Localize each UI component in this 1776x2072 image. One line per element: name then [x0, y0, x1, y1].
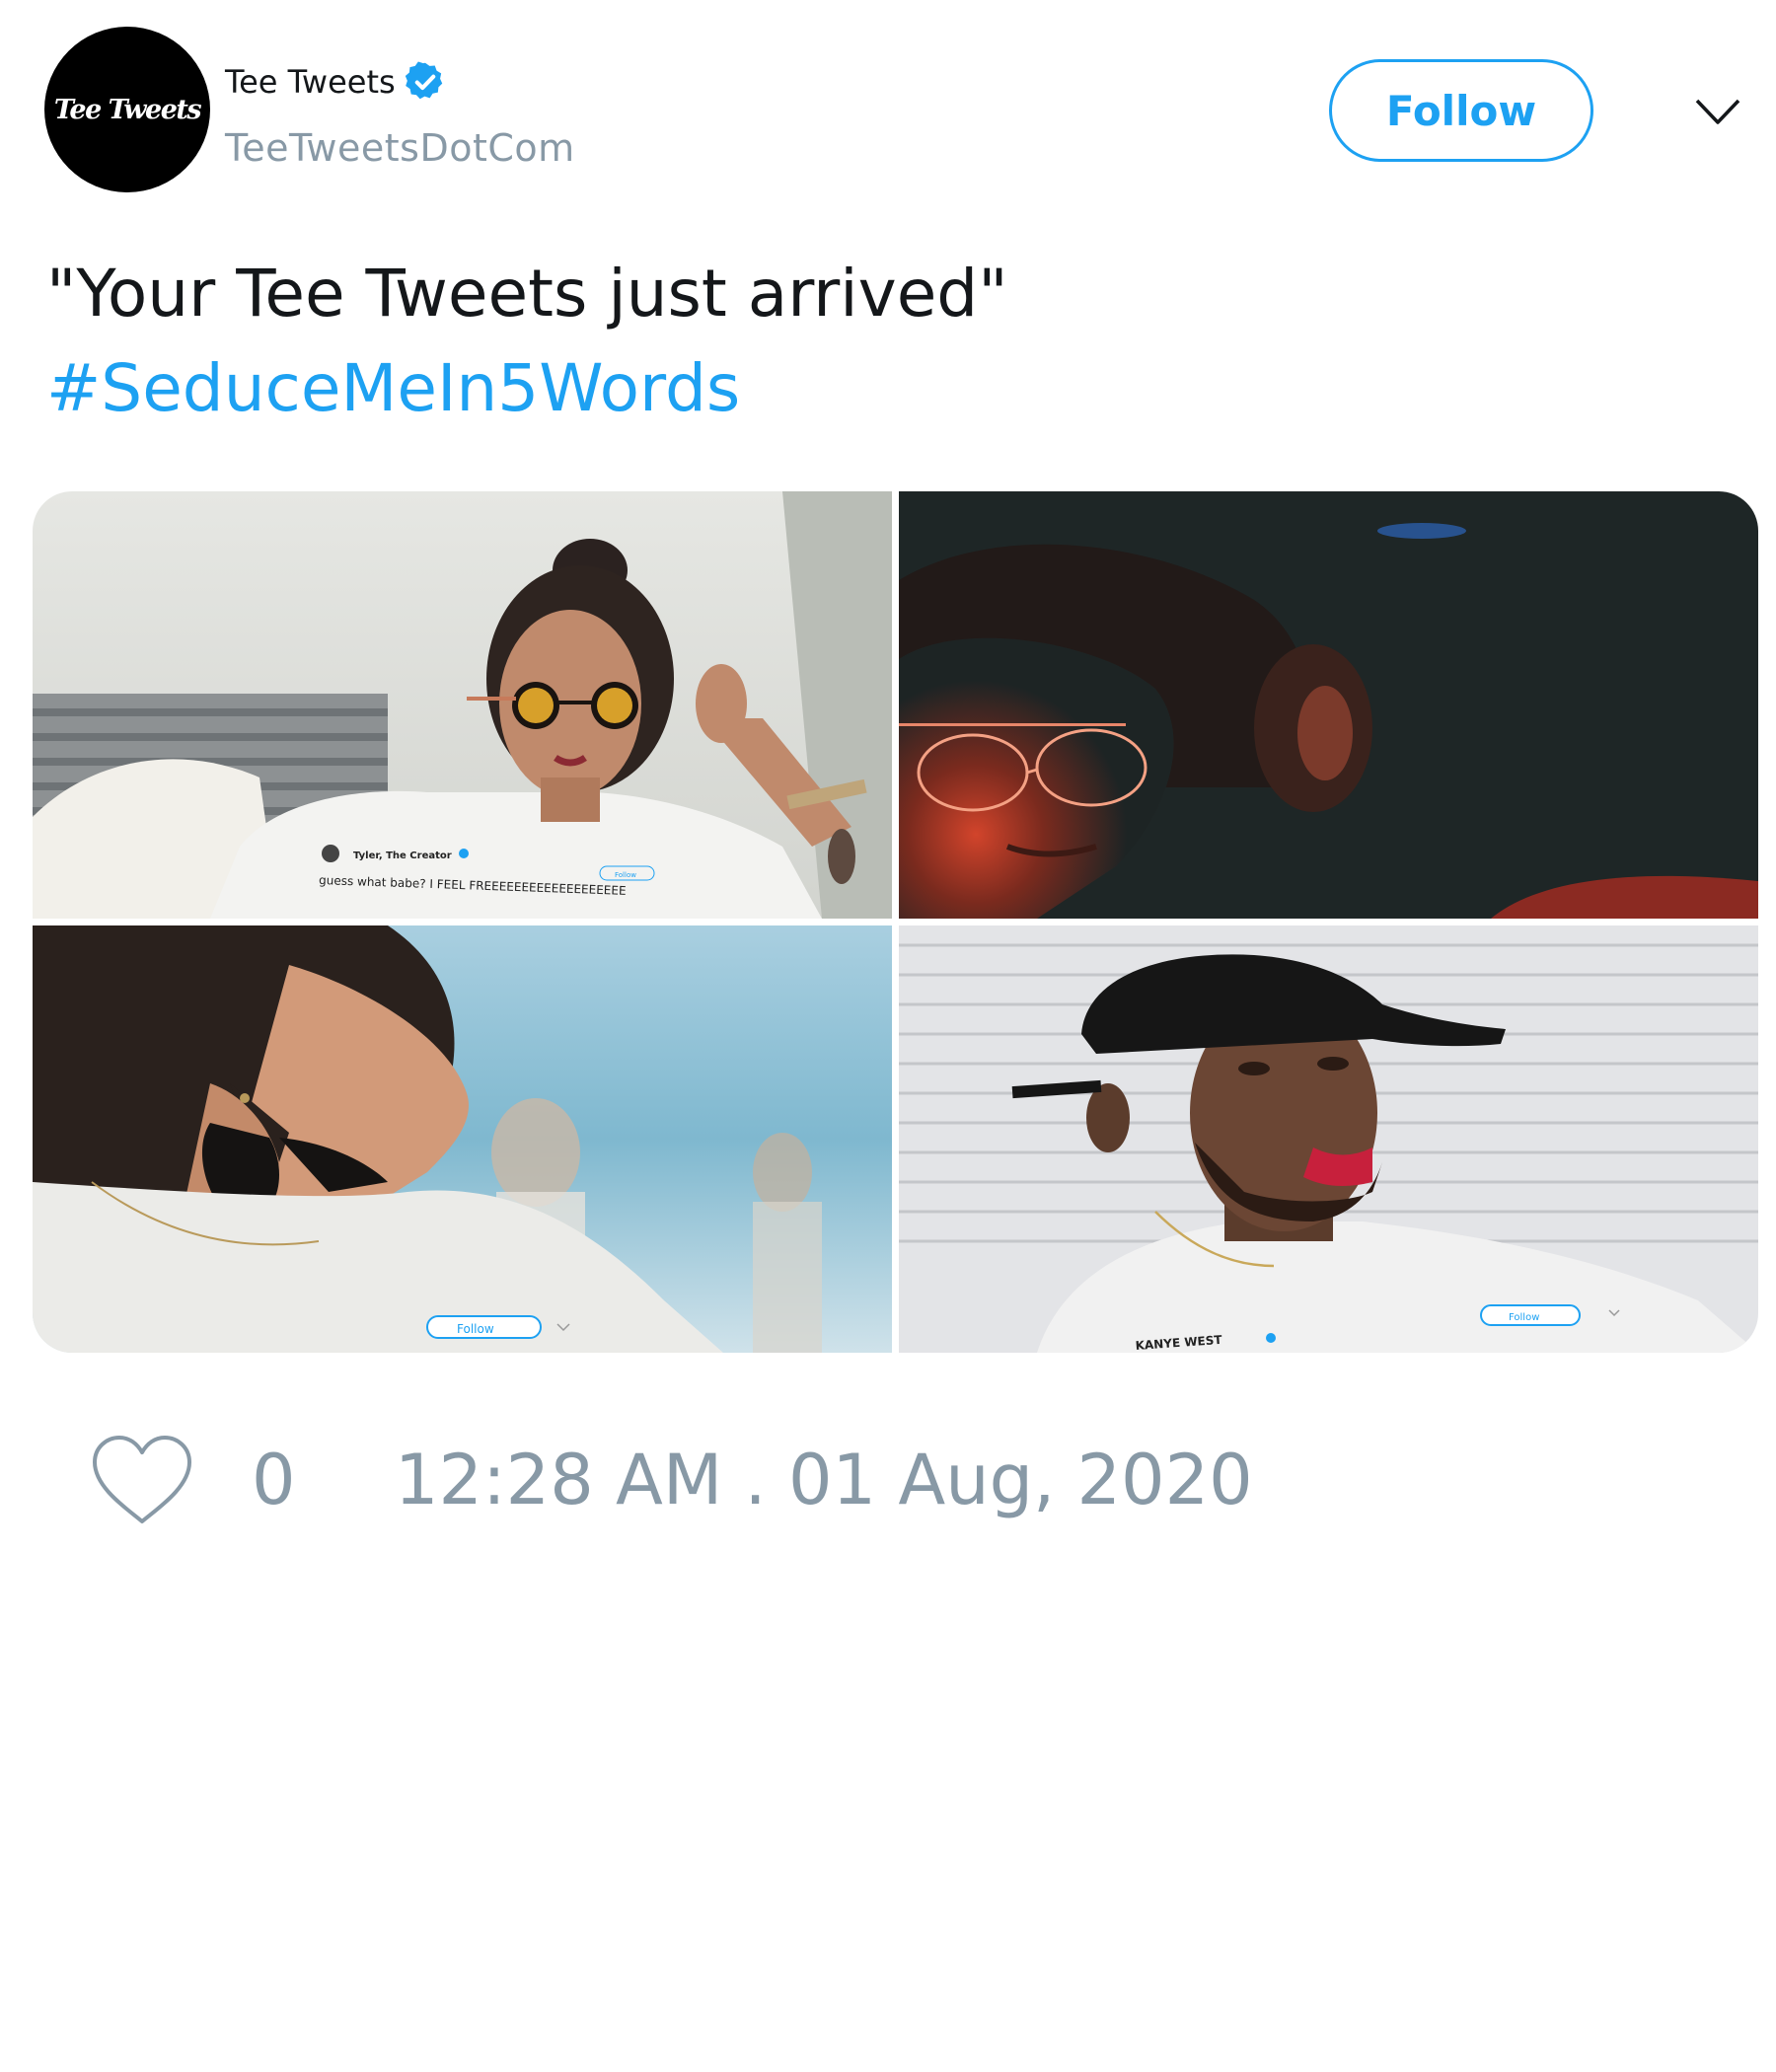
username[interactable]: TeeTweetsDotCom	[225, 126, 575, 170]
tweet-text: "Your Tee Tweets just arrived" #SeduceMe…	[46, 247, 1724, 436]
media-grid: Tyler, The Creator guess what babe? I FE…	[33, 491, 1758, 1353]
avatar-logo-text: Tee Tweets	[53, 94, 202, 125]
timestamp[interactable]: 12:28 AM . 01 Aug, 2020	[395, 1436, 1253, 1524]
photo-woman-earring: Follow	[33, 925, 892, 1353]
verified-badge-icon	[405, 61, 442, 100]
shirt-follow-label: Follow	[615, 871, 636, 879]
media-photo-2[interactable]	[899, 491, 1758, 919]
media-photo-4[interactable]: Follow KANYE WEST	[899, 925, 1758, 1353]
shirt-follow-label: Follow	[457, 1322, 494, 1336]
media-photo-3[interactable]: Follow	[33, 925, 892, 1353]
hashtag-link[interactable]: #SeduceMeIn5Words	[46, 341, 1724, 436]
avatar[interactable]: Tee Tweets	[44, 27, 210, 192]
display-name[interactable]: Tee Tweets	[225, 63, 396, 101]
display-name-row: Tee Tweets	[225, 57, 447, 107]
photo-woman-sunglasses: Tyler, The Creator guess what babe? I FE…	[33, 491, 892, 919]
chevron-down-icon[interactable]	[1693, 87, 1742, 136]
photo-man-red-light	[899, 491, 1758, 919]
like-count: 0	[252, 1440, 296, 1520]
photo-man-black-cap: Follow KANYE WEST	[899, 925, 1758, 1353]
heart-icon[interactable]	[89, 1433, 195, 1527]
follow-button[interactable]: Follow	[1329, 59, 1593, 162]
shirt-follow-label: Follow	[1509, 1312, 1539, 1323]
media-photo-1[interactable]: Tyler, The Creator guess what babe? I FE…	[33, 491, 892, 919]
tweet-body: "Your Tee Tweets just arrived"	[46, 256, 1008, 332]
shirt-author-name: Tyler, The Creator	[353, 851, 452, 861]
